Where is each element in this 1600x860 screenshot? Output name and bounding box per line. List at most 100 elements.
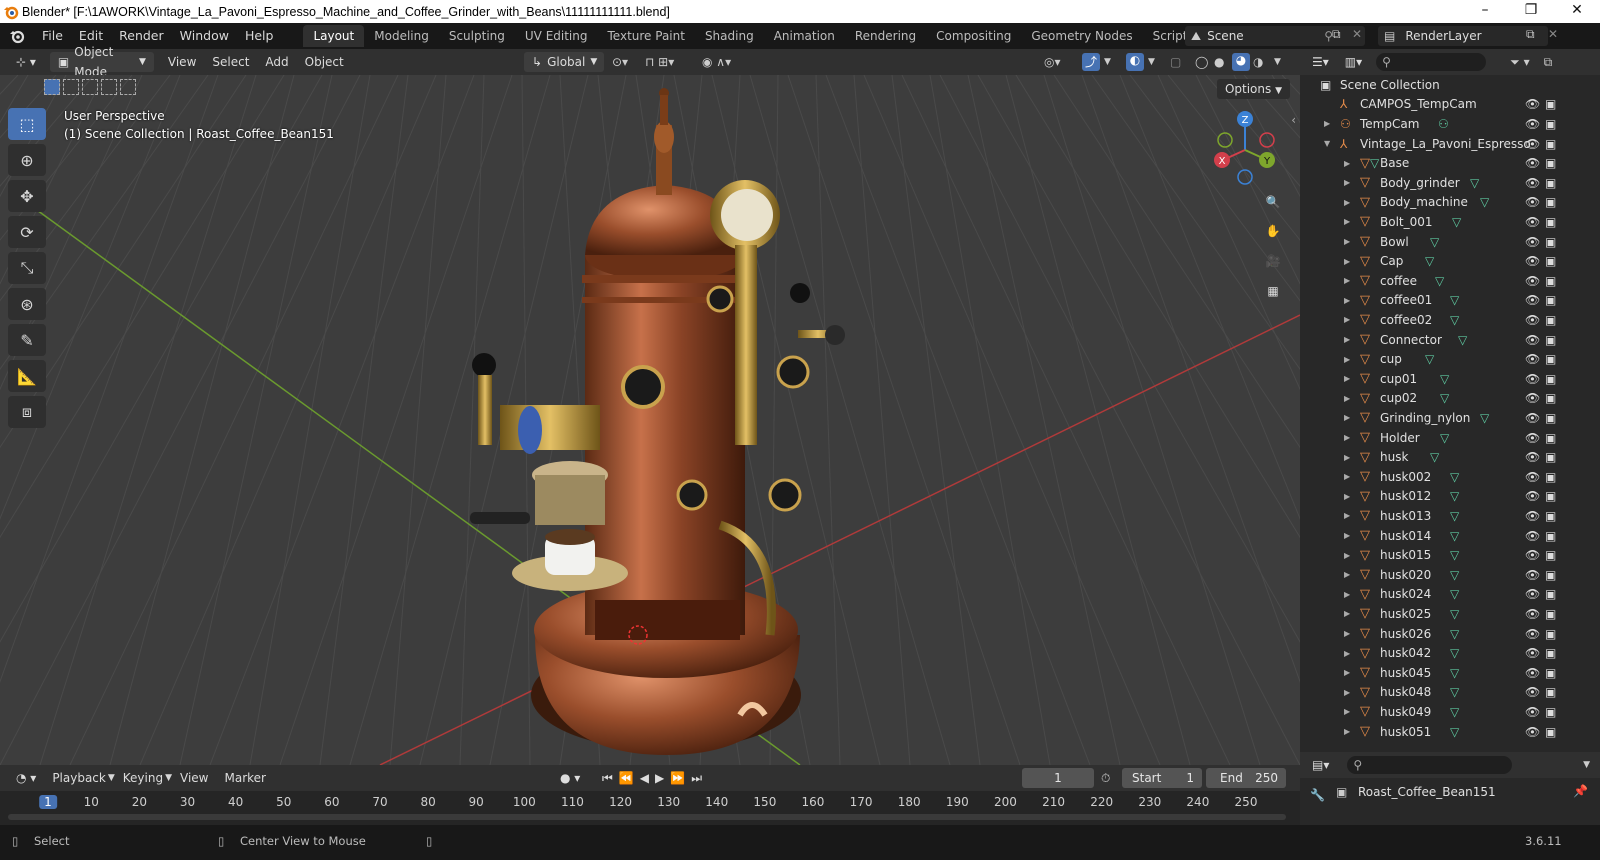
outliner-editor-icon[interactable]: ☰▾ bbox=[1304, 52, 1337, 72]
render-camera-icon[interactable]: ▣ bbox=[1545, 156, 1556, 170]
pin-icon[interactable]: 📌 bbox=[1573, 784, 1588, 798]
outliner-row[interactable]: ▶ ▽ husk020 ▽ 👁 ▣ bbox=[1300, 565, 1600, 585]
outliner[interactable]: ▣ Scene Collection ⅄ CAMPOS_TempCam 👁 ▣ ▶ ⚇ Te… bbox=[1300, 75, 1600, 752]
render-camera-icon[interactable]: ▣ bbox=[1545, 646, 1556, 660]
outliner-row[interactable]: ▶ ▽ husk002 ▽ 👁 ▣ bbox=[1300, 467, 1600, 487]
tab-modeling[interactable]: Modeling bbox=[364, 25, 439, 47]
tab-shading[interactable]: Shading bbox=[695, 25, 764, 47]
new-layer-icon[interactable]: ⧉ bbox=[1526, 27, 1535, 42]
outliner-row[interactable]: ▶ ▽ Bowl ▽ 👁 ▣ bbox=[1300, 232, 1600, 252]
orientation-dropdown[interactable]: ↳ Global ▼ bbox=[524, 52, 604, 72]
eye-icon[interactable]: 👁 bbox=[1525, 725, 1540, 739]
outliner-row[interactable]: ▶ ▽ coffee01 ▽ 👁 ▣ bbox=[1300, 291, 1600, 311]
render-camera-icon[interactable]: ▣ bbox=[1545, 195, 1556, 209]
outliner-row[interactable]: ▶ ▽ husk014 ▽ 👁 ▣ bbox=[1300, 526, 1600, 546]
stopwatch-icon[interactable]: ⏱ bbox=[1101, 771, 1110, 786]
tab-geometry-nodes[interactable]: Geometry Nodes bbox=[1021, 25, 1142, 47]
gizmo-toggle-icon[interactable]: ⤴ bbox=[1082, 53, 1100, 71]
render-camera-icon[interactable]: ▣ bbox=[1545, 607, 1556, 621]
tab-sculpting[interactable]: Sculpting bbox=[439, 25, 515, 47]
render-camera-icon[interactable]: ▣ bbox=[1545, 235, 1556, 249]
render-camera-icon[interactable]: ▣ bbox=[1545, 666, 1556, 680]
expand-arrow-icon[interactable]: ▶ bbox=[1324, 119, 1330, 128]
gizmo-dropdown-icon[interactable]: ▼ bbox=[1104, 57, 1111, 67]
tab-rendering[interactable]: Rendering bbox=[845, 25, 926, 47]
outliner-row[interactable]: ▶ ▽ Cap ▽ 👁 ▣ bbox=[1300, 251, 1600, 271]
navigation-gizmo[interactable]: Z X Y bbox=[1205, 105, 1285, 185]
expand-arrow-icon[interactable]: ▶ bbox=[1344, 688, 1350, 697]
expand-arrow-icon[interactable]: ▶ bbox=[1344, 198, 1350, 207]
render-camera-icon[interactable]: ▣ bbox=[1545, 313, 1556, 327]
eye-icon[interactable]: 👁 bbox=[1525, 254, 1540, 268]
outliner-search[interactable]: ⚲ bbox=[1376, 53, 1487, 71]
tab-uv-editing[interactable]: UV Editing bbox=[515, 25, 598, 47]
outliner-row[interactable]: ▶ ▽ cup02 ▽ 👁 ▣ bbox=[1300, 389, 1600, 409]
start-frame-field[interactable]: Start 1 bbox=[1122, 768, 1202, 788]
cursor-tool[interactable]: ⊕ bbox=[8, 144, 46, 176]
expand-arrow-icon[interactable]: ▶ bbox=[1344, 433, 1350, 442]
expand-arrow-icon[interactable]: ▶ bbox=[1344, 472, 1350, 481]
menu-marker[interactable]: Marker bbox=[217, 768, 274, 788]
outliner-row[interactable]: ▶ ▽ husk048 ▽ 👁 ▣ bbox=[1300, 683, 1600, 703]
expand-arrow-icon[interactable]: ▶ bbox=[1344, 374, 1350, 383]
eye-icon[interactable]: 👁 bbox=[1525, 568, 1540, 582]
overlay-dropdown-icon[interactable]: ▼ bbox=[1148, 57, 1155, 67]
tab-layout[interactable]: Layout bbox=[303, 25, 365, 47]
shading-rendered-icon[interactable]: ◑ bbox=[1253, 55, 1263, 69]
expand-arrow-icon[interactable]: ▶ bbox=[1344, 257, 1350, 266]
outliner-row[interactable]: ▶ ▽ coffee ▽ 👁 ▣ bbox=[1300, 271, 1600, 291]
timeline-editor-icon[interactable]: ◔ ▾ bbox=[8, 768, 44, 788]
eye-icon[interactable]: 👁 bbox=[1525, 156, 1540, 170]
pan-hand-icon[interactable]: ✋ bbox=[1259, 217, 1287, 245]
outliner-row[interactable]: ▶ ▽ Base ▽ 👁 ▣ bbox=[1300, 153, 1600, 173]
outliner-scene-collection[interactable]: ▣ Scene Collection bbox=[1300, 75, 1600, 95]
editor-type-button[interactable]: ⊹ ▾ bbox=[8, 52, 44, 72]
sidebar-toggle-icon[interactable]: ‹ bbox=[1291, 113, 1296, 127]
expand-arrow-icon[interactable]: ▶ bbox=[1344, 727, 1350, 736]
menu-keying[interactable]: Keying bbox=[115, 768, 171, 788]
select-extend-icon[interactable] bbox=[63, 79, 79, 95]
shading-wireframe-icon[interactable]: ◯ bbox=[1195, 55, 1208, 69]
rotate-tool[interactable]: ⟳ bbox=[8, 216, 46, 248]
new-scene-icon[interactable]: ⧉ bbox=[1332, 27, 1341, 42]
expand-arrow-icon[interactable]: ▶ bbox=[1344, 315, 1350, 324]
outliner-row[interactable]: ▶ ▽ husk051 ▽ 👁 ▣ bbox=[1300, 722, 1600, 742]
next-keyframe-icon[interactable]: ⏩ bbox=[670, 771, 685, 786]
expand-arrow-icon[interactable]: ▶ bbox=[1344, 453, 1350, 462]
eye-icon[interactable]: 👁 bbox=[1525, 313, 1540, 327]
mode-dropdown[interactable]: ▣ Object Mode ▼ bbox=[49, 45, 154, 79]
outliner-row[interactable]: ▶ ▽ Connector ▽ 👁 ▣ bbox=[1300, 330, 1600, 350]
tool-settings-icon[interactable]: 🔧 bbox=[1310, 788, 1325, 802]
outliner-row[interactable]: ▶ ▽ husk042 ▽ 👁 ▣ bbox=[1300, 643, 1600, 663]
expand-arrow-icon[interactable]: ▶ bbox=[1344, 217, 1350, 226]
expand-arrow-icon[interactable]: ▶ bbox=[1344, 609, 1350, 618]
eye-icon[interactable]: 👁 bbox=[1525, 235, 1540, 249]
outliner-row[interactable]: ▶ ⚇ TempCam ⚇ 👁 ▣ bbox=[1300, 114, 1600, 134]
select-intersect-icon[interactable] bbox=[120, 79, 136, 95]
expand-arrow-icon[interactable]: ▶ bbox=[1344, 276, 1350, 285]
eye-icon[interactable]: 👁 bbox=[1525, 587, 1540, 601]
render-camera-icon[interactable]: ▣ bbox=[1545, 450, 1556, 464]
measure-tool[interactable]: 📐 bbox=[8, 360, 46, 392]
render-camera-icon[interactable]: ▣ bbox=[1545, 274, 1556, 288]
render-camera-icon[interactable]: ▣ bbox=[1545, 117, 1556, 131]
shading-solid-icon[interactable]: ● bbox=[1214, 55, 1224, 69]
outliner-row[interactable]: ▶ ▽ husk012 ▽ 👁 ▣ bbox=[1300, 487, 1600, 507]
menu-help[interactable]: Help bbox=[237, 23, 282, 49]
collapse-arrow-icon[interactable]: ▼ bbox=[1324, 139, 1330, 148]
expand-arrow-icon[interactable]: ▶ bbox=[1344, 707, 1350, 716]
visibility-icon[interactable]: ◎▾ bbox=[1044, 55, 1061, 69]
move-tool[interactable]: ✥ bbox=[8, 180, 46, 212]
menu-object[interactable]: Object bbox=[297, 52, 352, 72]
display-mode-icon[interactable]: ▥▾ bbox=[1337, 52, 1370, 72]
tab-compositing[interactable]: Compositing bbox=[926, 25, 1021, 47]
xray-icon[interactable]: ▢ bbox=[1170, 55, 1181, 69]
outliner-row[interactable]: ▶ ▽ cup01 ▽ 👁 ▣ bbox=[1300, 369, 1600, 389]
render-layer-selector[interactable]: ▤ RenderLayer bbox=[1378, 26, 1548, 46]
chevron-down-icon[interactable]: ▼ bbox=[1583, 760, 1590, 770]
eye-icon[interactable]: 👁 bbox=[1525, 529, 1540, 543]
render-camera-icon[interactable]: ▣ bbox=[1545, 352, 1556, 366]
expand-arrow-icon[interactable]: ▶ bbox=[1344, 531, 1350, 540]
outliner-row[interactable]: ▶ ▽ husk045 ▽ 👁 ▣ bbox=[1300, 663, 1600, 683]
eye-icon[interactable]: 👁 bbox=[1525, 666, 1540, 680]
